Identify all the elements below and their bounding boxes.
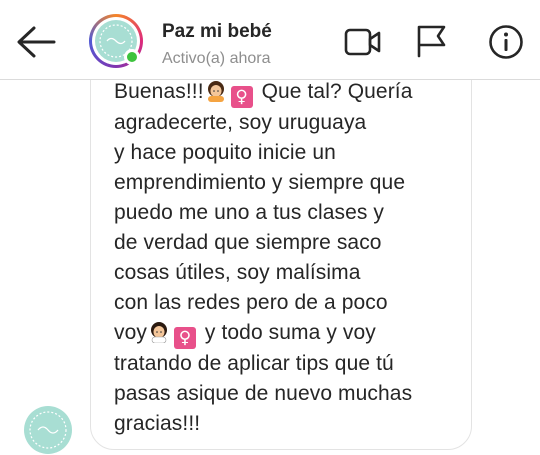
- message-line: agradecerte, soy uruguaya: [114, 111, 367, 134]
- contact-status: Activo(a) ahora: [162, 50, 271, 67]
- online-status-dot: [124, 49, 140, 65]
- contact-name[interactable]: Paz mi bebé: [162, 21, 272, 43]
- message-line: con las redes pero de a poco: [114, 291, 388, 314]
- woman-gesturing-emoji-icon: [150, 322, 167, 343]
- sender-avatar[interactable]: [24, 406, 72, 454]
- info-icon[interactable]: [488, 24, 524, 60]
- message-line: tratando de aplicar tips que tú: [114, 352, 394, 375]
- message-line: gracias!!!: [114, 412, 201, 435]
- message-line: y hace poquito inicie un: [114, 141, 336, 164]
- woman-gesturing-emoji-icon: [207, 81, 224, 102]
- message-line: de verdad que siempre saco: [114, 231, 382, 254]
- message-fragment: Buenas!!!: [114, 80, 204, 103]
- message-line: puedo me uno a tus clases y: [114, 201, 385, 224]
- message-text: Buenas!!! ♀ Que tal? Quería agradecerte,…: [114, 80, 459, 439]
- message-fragment: y todo suma y voy: [198, 321, 376, 344]
- message-line: voy ♀ y todo suma y voy: [114, 318, 459, 349]
- female-sign-icon: ♀: [173, 327, 196, 349]
- flag-icon[interactable]: [415, 24, 447, 58]
- chat-header: Paz mi bebé Activo(a) ahora: [0, 0, 540, 80]
- message-thread[interactable]: Buenas!!! ♀ Que tal? Quería agradecerte,…: [0, 80, 540, 455]
- female-sign-icon: ♀: [230, 86, 253, 108]
- message-line: Buenas!!! ♀ Que tal? Quería: [114, 80, 459, 108]
- message-fragment: voy: [114, 321, 147, 344]
- message-line: cosas útiles, soy malísima: [114, 261, 361, 284]
- message-line: pasas asique de nuevo muchas: [114, 382, 413, 405]
- video-camera-icon[interactable]: [344, 26, 382, 58]
- message-fragment: Que tal? Quería: [255, 80, 413, 103]
- message-line: emprendimiento y siempre que: [114, 171, 406, 194]
- back-arrow-icon[interactable]: [14, 22, 58, 62]
